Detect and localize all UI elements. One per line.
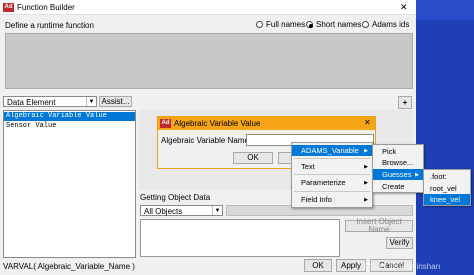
menu-item-pick[interactable]: Pick <box>373 146 423 157</box>
expression-area[interactable] <box>5 33 413 89</box>
objects-filter-combo[interactable]: All Objects ▼ <box>140 205 223 216</box>
variable-name-label: Algebraic Variable Name <box>161 136 249 145</box>
verify-button[interactable]: Verify <box>386 237 413 249</box>
radio-adams-ids-label: Adams ids <box>372 20 410 29</box>
menu-item-adams-variable[interactable]: ADAMS_Variable ▶ <box>292 145 372 156</box>
radio-short-names-label: Short names <box>316 20 362 29</box>
radio-adams-ids[interactable] <box>362 21 369 28</box>
menu-item-create[interactable]: Create <box>373 181 423 192</box>
list-item-sensor-value[interactable]: Sensor Value <box>4 122 135 131</box>
context-menu-variable: Pick Browse... Guesses ▶ Create <box>372 144 424 193</box>
chevron-right-icon: ▶ <box>364 163 368 170</box>
chevron-down-icon[interactable]: ▼ <box>212 206 222 215</box>
menu-item-root-vel[interactable]: root_vel <box>424 183 470 194</box>
expand-button[interactable]: + <box>398 96 412 109</box>
desktop-background <box>416 0 474 275</box>
title-bar: Ad Function Builder ✕ <box>0 0 416 15</box>
watermark: CSDN @hkominshan <box>364 262 441 271</box>
context-menu-guesses: .foot: root_vel knee_vel <box>423 169 471 206</box>
expression-preview: VARVAL( Algebraic_Variable_Name ) <box>3 262 135 271</box>
dialog-title-bar: Ad Algebraic Variable Value ✕ <box>158 117 375 130</box>
radio-full-names[interactable] <box>256 21 263 28</box>
menu-item-guesses[interactable]: Guesses ▶ <box>373 169 423 180</box>
menu-item-foot[interactable]: .foot: <box>424 171 470 182</box>
radio-short-names[interactable] <box>306 21 313 28</box>
menu-item-knee-vel[interactable]: knee_vel <box>424 194 470 205</box>
adams-app-icon: Ad <box>160 119 171 128</box>
list-item-algebraic-variable-value[interactable]: Algebraic Variable Value <box>4 112 135 121</box>
function-list[interactable]: Algebraic Variable Value Sensor Value <box>3 110 136 258</box>
chevron-right-icon: ▶ <box>415 171 419 178</box>
insert-object-name-button[interactable]: Insert Object Name <box>345 218 413 234</box>
objects-filter-value: All Objects <box>144 207 183 216</box>
chevron-right-icon: ▶ <box>364 196 368 203</box>
radio-full-names-label: Full names <box>266 20 306 29</box>
getting-object-data-label: Getting Object Data <box>140 193 211 202</box>
menu-item-text[interactable]: Text ▶ <box>292 161 372 172</box>
category-combo-value: Data Element <box>7 98 56 107</box>
chevron-right-icon: ▶ <box>364 179 368 186</box>
assist-button[interactable]: Assist... <box>99 96 132 107</box>
menu-item-browse[interactable]: Browse... <box>373 157 423 168</box>
menu-item-parameterize[interactable]: Parameterize ▶ <box>292 177 372 188</box>
close-icon[interactable]: ✕ <box>400 2 408 13</box>
adams-app-icon: Ad <box>3 3 14 12</box>
apply-button[interactable]: Apply <box>336 259 366 272</box>
dialog-title: Algebraic Variable Value <box>174 119 261 128</box>
close-icon[interactable]: ✕ <box>364 118 371 127</box>
category-combo[interactable]: Data Element ▼ <box>3 96 97 107</box>
chevron-down-icon[interactable]: ▼ <box>86 97 96 106</box>
define-label: Define a runtime function <box>5 21 94 30</box>
chevron-right-icon: ▶ <box>364 147 368 154</box>
context-menu-main: ADAMS_Variable ▶ Text ▶ Parameterize ▶ Fiel… <box>291 142 373 208</box>
desktop-stripe <box>416 0 474 20</box>
menu-item-field-info[interactable]: Field Info ▶ <box>292 194 372 205</box>
objects-list[interactable] <box>140 219 340 257</box>
window-title: Function Builder <box>17 3 75 12</box>
ok-button[interactable]: OK <box>304 259 332 272</box>
dialog-ok-button[interactable]: OK <box>233 152 273 164</box>
